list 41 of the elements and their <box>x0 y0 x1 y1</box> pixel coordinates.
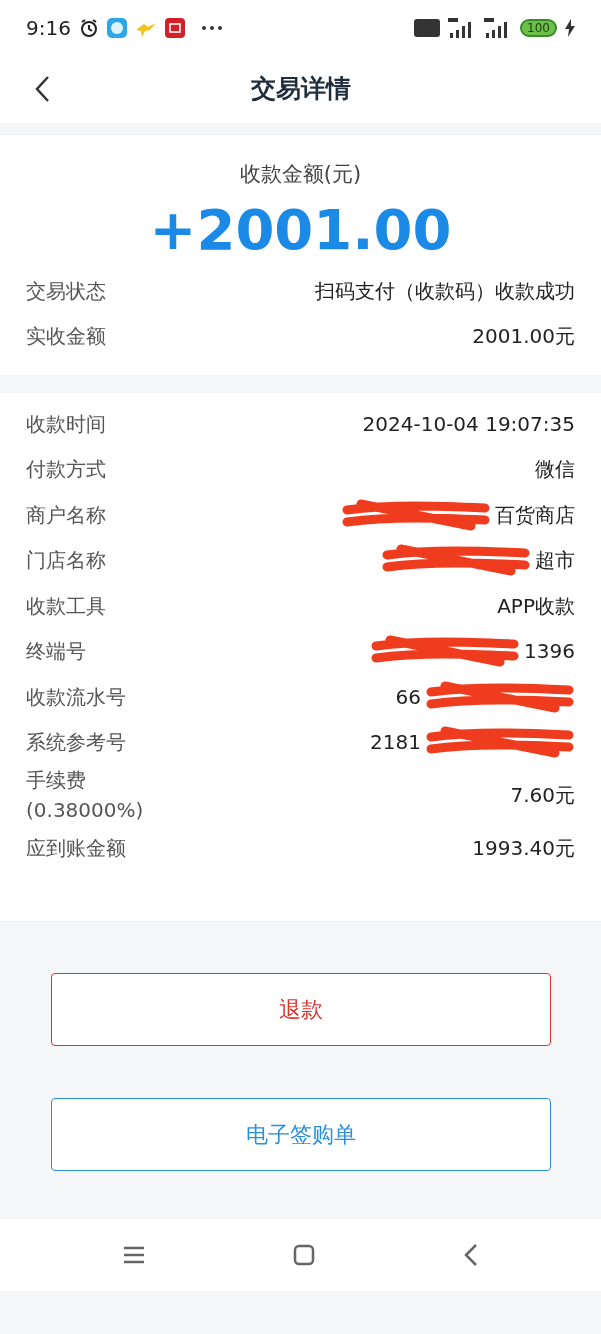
menu-icon[interactable] <box>121 1245 146 1266</box>
field-value: 7.60元 <box>510 782 575 810</box>
amount-label: 收款金额(元) <box>239 161 362 188</box>
field-value: 2024-10-04 19:07:35 <box>362 410 575 438</box>
field-value: 66 <box>395 683 421 711</box>
field-label: 付款方式 <box>26 456 106 484</box>
refund-button[interactable]: 退款 <box>50 973 551 1047</box>
field-label: 收款时间 <box>26 410 106 438</box>
field-label: 收款工具 <box>26 592 106 620</box>
battery-level: 100 <box>520 18 557 37</box>
field-label: 终端号 <box>26 638 86 666</box>
field-label: 应到账金额 <box>26 834 126 862</box>
field-label: 商户名称 <box>26 501 106 529</box>
charging-icon <box>565 18 575 37</box>
home-icon[interactable] <box>293 1244 316 1267</box>
back-icon[interactable] <box>463 1243 480 1268</box>
field-value: 1396 <box>524 638 575 666</box>
field-label: 系统参考号 <box>26 729 126 757</box>
app-icon <box>106 17 127 38</box>
field-value: 1993.40元 <box>472 834 575 862</box>
field-value: APP收款 <box>497 592 575 620</box>
back-icon[interactable] <box>34 75 50 103</box>
field-value: 百货商店 <box>495 501 575 529</box>
field-value: 微信 <box>535 456 575 484</box>
more-icon <box>200 24 223 31</box>
status-time: 9:16 <box>26 14 71 42</box>
field-value: 2181 <box>370 729 421 757</box>
receipt-button[interactable]: 电子签购单 <box>50 1098 551 1172</box>
alarm-icon <box>78 17 99 38</box>
field-value: 扫码支付（收款码）收款成功 <box>315 277 575 305</box>
field-value: 超市 <box>535 547 575 575</box>
field-label: 实收金额 <box>26 323 106 351</box>
field-value: 2001.00元 <box>472 323 575 351</box>
page-title: 交易详情 <box>250 73 351 106</box>
field-label: 门店名称 <box>26 547 106 575</box>
field-label: 手续费 <box>26 767 87 795</box>
field-sublabel: (0.38000%) <box>26 797 144 825</box>
field-label: 交易状态 <box>26 277 106 305</box>
app-icon <box>164 17 185 38</box>
field-label: 收款流水号 <box>26 683 126 711</box>
amount-value: +2001.00 <box>149 198 452 261</box>
